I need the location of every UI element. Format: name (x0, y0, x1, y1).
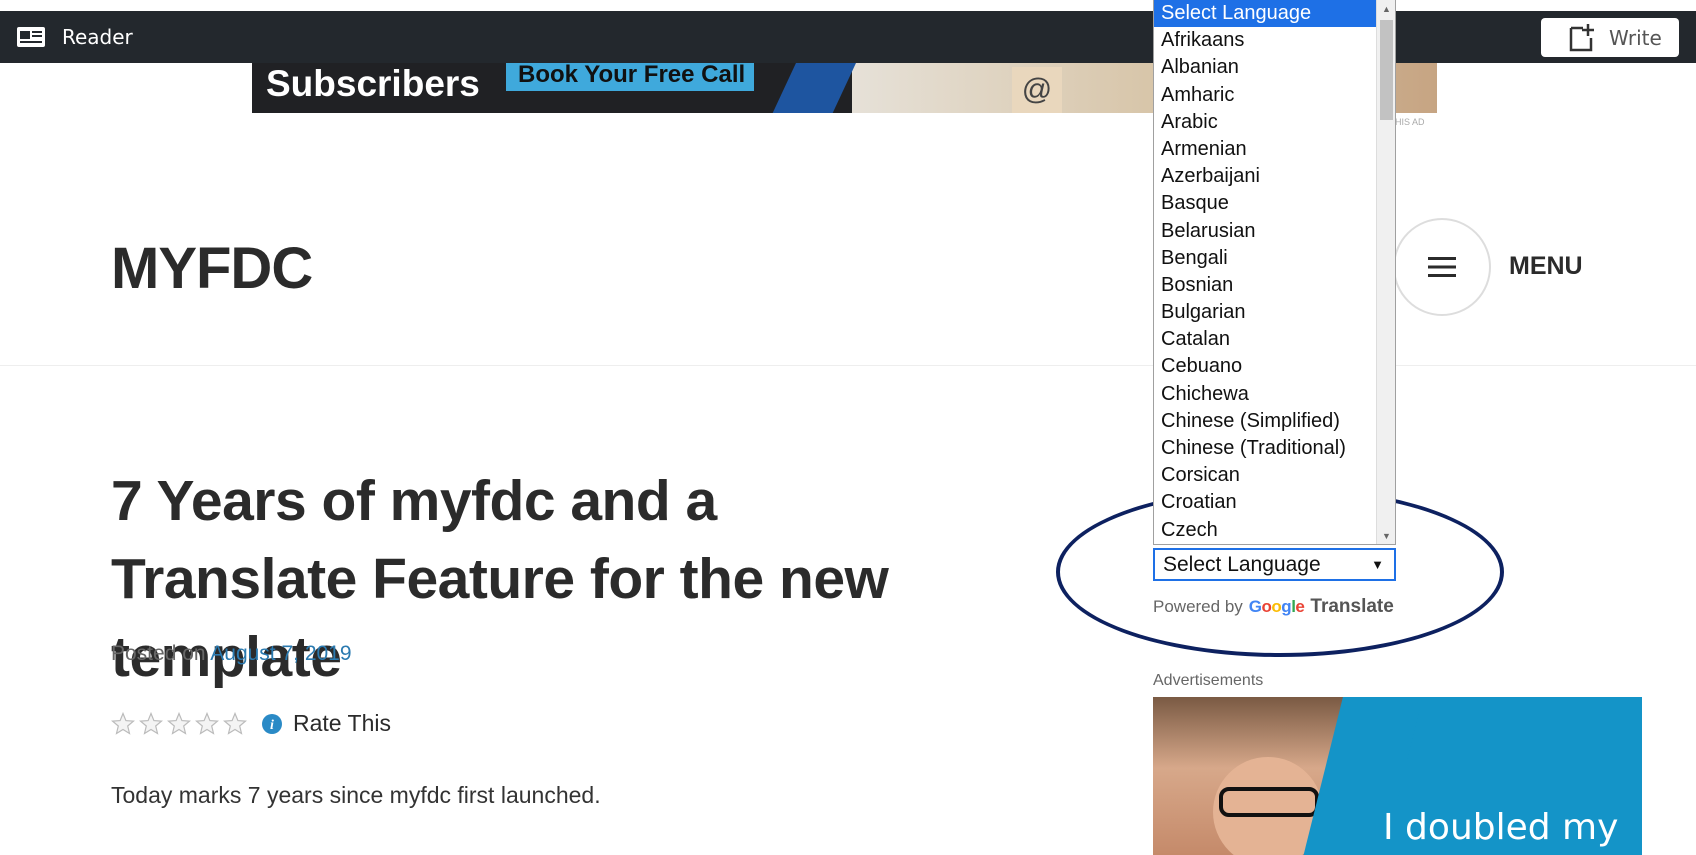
ad-glasses (1219, 787, 1319, 817)
language-option[interactable]: Catalan (1154, 326, 1395, 353)
powered-by-google-translate[interactable]: Powered by Google Translate (1153, 596, 1394, 618)
post-date-link[interactable]: August 7, 2019 (210, 642, 351, 665)
site-title[interactable]: MYFDC (111, 235, 313, 302)
reader-icon (17, 27, 45, 47)
sidebar-ad[interactable]: I doubled my (1153, 697, 1642, 855)
star-icon[interactable] (167, 711, 191, 736)
dropdown-arrow-icon: ▼ (1371, 557, 1384, 572)
at-icon: @ (1012, 67, 1062, 113)
menu-label[interactable]: MENU (1509, 252, 1583, 281)
masterbar: Reader Write (0, 11, 1696, 63)
menu-toggle-button[interactable] (1393, 218, 1491, 316)
post-body-text: Today marks 7 years since myfdc first la… (111, 782, 601, 808)
language-option[interactable]: Armenian (1154, 136, 1395, 163)
language-option[interactable]: Afrikaans (1154, 27, 1395, 54)
translate-label: Translate (1310, 596, 1394, 617)
write-label: Write (1609, 25, 1662, 50)
svg-text:i: i (270, 718, 274, 733)
advertisements-label: Advertisements (1153, 672, 1264, 689)
scroll-up-icon[interactable]: ▲ (1377, 0, 1395, 18)
star-icon[interactable] (223, 711, 247, 736)
rate-this-label[interactable]: Rate This (293, 710, 391, 737)
language-option[interactable]: Bosnian (1154, 272, 1395, 299)
language-option[interactable]: Basque (1154, 190, 1395, 217)
post-meta: Posted on August 7, 2019 (111, 642, 352, 666)
star-icon[interactable] (195, 711, 219, 736)
ad-cta: Book Your Free Call (506, 63, 754, 91)
language-option[interactable]: Chichewa (1154, 381, 1395, 408)
language-select-value: Select Language (1163, 552, 1321, 576)
report-ad-link[interactable]: HIS AD (1395, 117, 1425, 127)
scroll-down-icon[interactable]: ▼ (1377, 527, 1395, 544)
reader-link[interactable]: Reader (16, 25, 133, 49)
language-option[interactable]: Arabic (1154, 109, 1395, 136)
ad-stripe (763, 63, 861, 113)
language-select[interactable]: Select Language ▼ (1153, 548, 1396, 581)
language-option[interactable]: Albanian (1154, 54, 1395, 81)
write-button[interactable]: Write (1541, 18, 1679, 57)
language-dropdown-list[interactable]: Select Language Afrikaans Albanian Amharic A… (1153, 0, 1396, 545)
language-option[interactable]: Chinese (Traditional) (1154, 435, 1395, 462)
hamburger-icon (1428, 257, 1456, 277)
write-icon (1569, 23, 1594, 51)
star-icon[interactable] (111, 711, 135, 736)
posted-prefix: Posted on (111, 642, 206, 665)
rating-widget: i Rate This (111, 710, 391, 737)
star-icon[interactable] (139, 711, 163, 736)
info-icon[interactable]: i (261, 713, 283, 735)
language-option[interactable]: Chinese (Simplified) (1154, 408, 1395, 435)
language-option[interactable]: Amharic (1154, 82, 1395, 109)
language-option[interactable]: Azerbaijani (1154, 163, 1395, 190)
language-option[interactable]: Bulgarian (1154, 299, 1395, 326)
language-option[interactable]: Bengali (1154, 245, 1395, 272)
star-rating[interactable] (111, 711, 251, 736)
language-option[interactable]: Select Language (1154, 0, 1395, 28)
language-option[interactable]: Czech (1154, 517, 1395, 544)
language-option[interactable]: Cebuano (1154, 353, 1395, 380)
language-option[interactable]: Croatian (1154, 489, 1395, 516)
sidebar-ad-text: I doubled my (1383, 807, 1619, 848)
header-divider (0, 365, 1696, 366)
language-option[interactable]: Corsican (1154, 462, 1395, 489)
reader-label: Reader (62, 25, 133, 49)
dropdown-scrollbar[interactable]: ▲ ▼ (1376, 0, 1395, 544)
ad-headline: Subscribers (266, 63, 480, 104)
scroll-thumb[interactable] (1380, 20, 1393, 120)
language-option[interactable]: Belarusian (1154, 218, 1395, 245)
google-logo: Google (1248, 597, 1305, 616)
powered-by-label: Powered by (1153, 597, 1243, 616)
